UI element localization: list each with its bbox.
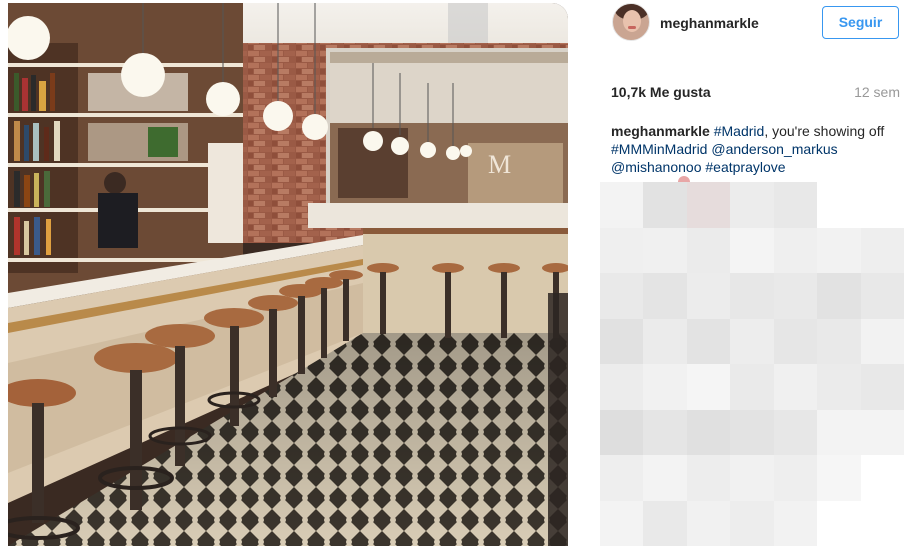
mosaic-cell [686, 455, 731, 501]
caption-tag-link[interactable]: @anderson_markus [711, 141, 837, 157]
svg-text:M: M [488, 150, 511, 179]
mosaic-cell [600, 227, 644, 274]
mosaic-cell [773, 273, 818, 319]
mosaic-cell [643, 227, 688, 274]
caption-tag-link[interactable]: #eatpraylove [705, 159, 785, 175]
mosaic-cell [600, 273, 644, 319]
mosaic-cell [730, 273, 775, 319]
bar-photo-illustration: M [8, 3, 568, 546]
mosaic-cell [643, 182, 688, 228]
mosaic-cell [600, 182, 644, 228]
mosaic-cell [600, 409, 644, 456]
follow-button[interactable]: Seguir [822, 6, 899, 39]
mosaic-cell [817, 455, 862, 501]
mosaic-cell [860, 455, 905, 501]
mosaic-cell [730, 455, 775, 501]
pixelated-comments [600, 182, 905, 546]
mosaic-cell [860, 227, 905, 274]
mosaic-cell [817, 273, 862, 319]
post-photo[interactable]: M [8, 3, 568, 546]
mosaic-cell [730, 227, 775, 274]
mosaic-cell [686, 182, 731, 228]
mosaic-cell [643, 500, 688, 546]
mosaic-cell [773, 409, 818, 456]
mosaic-cell [860, 182, 905, 228]
caption-tag-link[interactable]: #MMMinMadrid [611, 141, 707, 157]
mosaic-cell [773, 227, 818, 274]
mosaic-cell [643, 409, 688, 456]
mosaic-cell [730, 182, 775, 228]
mosaic-cell [686, 409, 731, 456]
mosaic-cell [686, 500, 731, 546]
mosaic-cell [730, 318, 775, 365]
caption-text-segment: , you're showing off [764, 123, 885, 139]
post-side-panel: meghanmarkle Seguir 10,7k Me gusta 12 se… [568, 0, 912, 546]
mosaic-cell [600, 500, 644, 546]
caption-username[interactable]: meghanmarkle [611, 123, 710, 139]
mosaic-cell [643, 318, 688, 365]
username-link[interactable]: meghanmarkle [660, 15, 759, 31]
mosaic-cell [817, 364, 862, 410]
mosaic-cell [860, 409, 905, 456]
mosaic-cell [773, 500, 818, 546]
mosaic-cell [686, 273, 731, 319]
avatar-lip [628, 26, 636, 29]
mosaic-cell [860, 318, 905, 365]
mosaic-cell [817, 182, 862, 228]
post-caption: meghanmarkle #Madrid, you're showing off… [611, 122, 907, 176]
likes-count[interactable]: 10,7k Me gusta [611, 84, 711, 100]
mosaic-cell [730, 500, 775, 546]
mosaic-cell [817, 500, 862, 546]
mosaic-cell [643, 455, 688, 501]
mosaic-cell [773, 364, 818, 410]
mosaic-cell [773, 318, 818, 365]
caption-tag-link[interactable]: @mishanonoo [611, 159, 702, 175]
mosaic-cell [643, 273, 688, 319]
mosaic-cell [773, 455, 818, 501]
post-time[interactable]: 12 sem [854, 84, 900, 100]
mosaic-cell [686, 318, 731, 365]
mosaic-cell [860, 500, 905, 546]
mosaic-cell [643, 364, 688, 410]
mosaic-cell [817, 409, 862, 456]
mosaic-cell [817, 227, 862, 274]
post-header: meghanmarkle Seguir [568, 0, 912, 48]
mosaic-cell [773, 182, 818, 228]
mosaic-cell [730, 409, 775, 456]
mosaic-cell [600, 455, 644, 501]
mosaic-cell [860, 273, 905, 319]
mosaic-cell [600, 318, 644, 365]
mosaic-cell [730, 364, 775, 410]
mosaic-cell [817, 318, 862, 365]
mosaic-cell [600, 364, 644, 410]
caption-tag-link[interactable]: #Madrid [714, 123, 765, 139]
mosaic-cell [860, 364, 905, 410]
mosaic-cell [686, 364, 731, 410]
mosaic-cell [686, 227, 731, 274]
avatar[interactable] [612, 3, 650, 41]
